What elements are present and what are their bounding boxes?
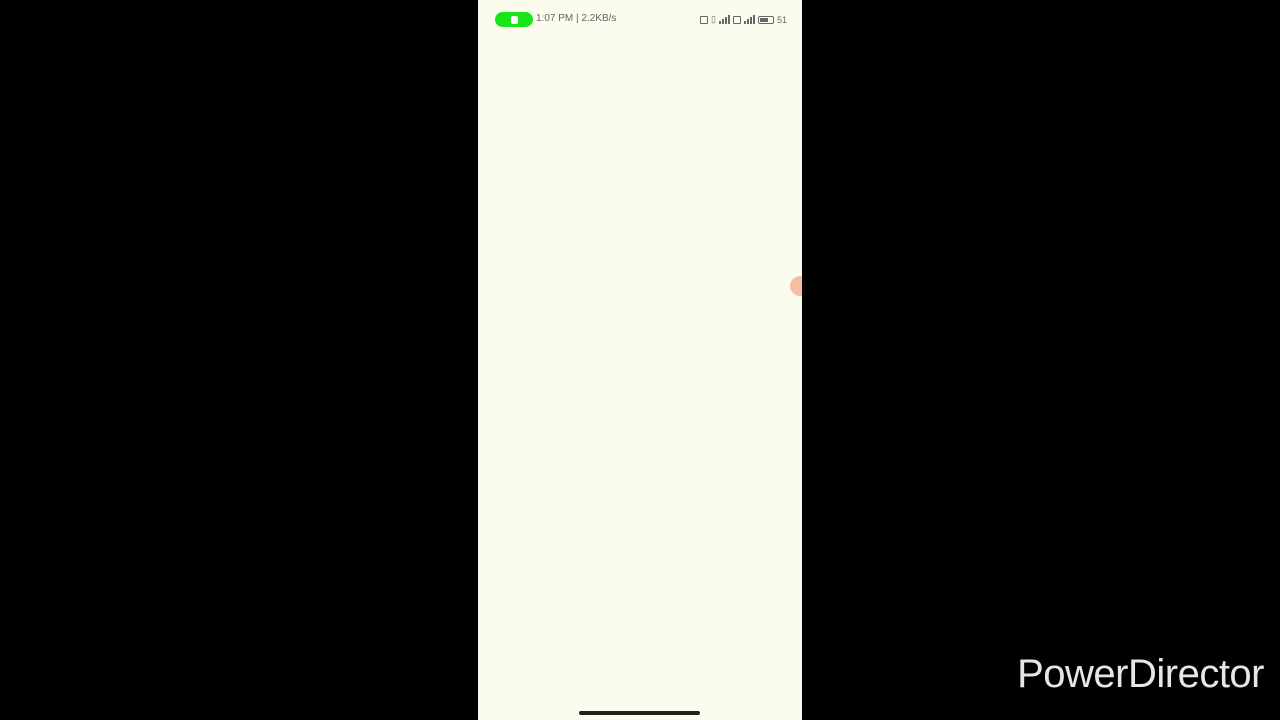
phone-icon xyxy=(510,15,518,24)
screenshot-icon xyxy=(700,15,709,24)
battery-percent: 51 xyxy=(776,14,787,25)
home-indicator[interactable] xyxy=(579,711,700,715)
status-icons: ▯ 51 xyxy=(700,13,787,26)
volte-icon: ▯ xyxy=(711,14,716,24)
phone-screen: 1:07 PM | 2.2KB/s ▯ 51 xyxy=(478,0,802,720)
floating-bubble[interactable] xyxy=(790,276,802,296)
battery-icon xyxy=(757,15,774,24)
ongoing-call-pill[interactable] xyxy=(495,12,533,27)
video-frame: 1:07 PM | 2.2KB/s ▯ 51 PowerDirector xyxy=(0,0,1280,720)
signal-icon xyxy=(718,15,730,24)
signal-icon-2 xyxy=(743,15,755,24)
sim-icon xyxy=(732,15,741,24)
status-bar: 1:07 PM | 2.2KB/s ▯ 51 xyxy=(478,8,802,32)
status-time-and-speed: 1:07 PM | 2.2KB/s xyxy=(536,13,617,24)
powerdirector-watermark: PowerDirector xyxy=(1017,652,1264,696)
